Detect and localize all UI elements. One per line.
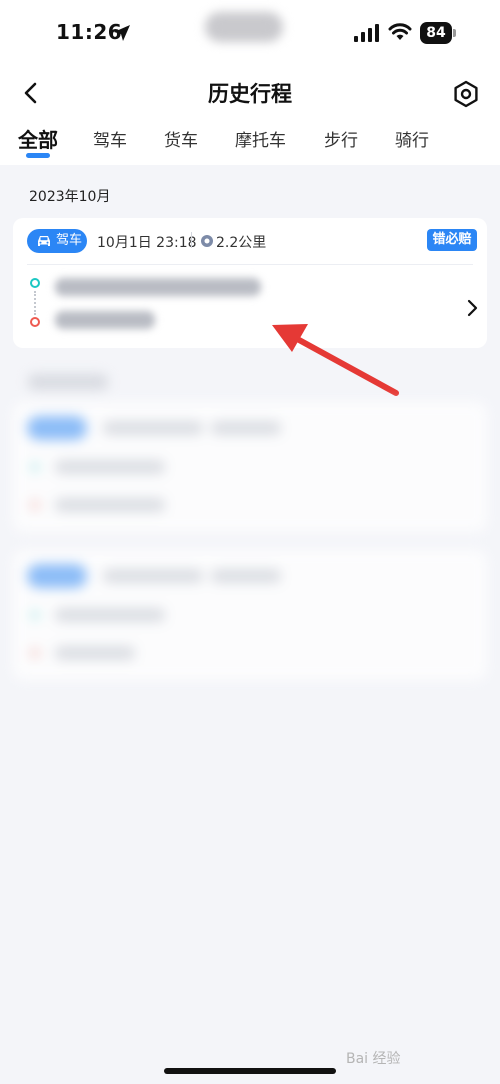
trip-card[interactable]: 驾车 10月1日 23:18 2.2公里 错必赔 <box>13 218 487 348</box>
tab-bar: 全部 驾车 货车 摩托车 步行 骑行 <box>0 126 500 162</box>
trip-datetime: 10月1日 23:18 <box>97 235 197 251</box>
dynamic-island <box>205 12 283 42</box>
tab-indicator <box>26 153 50 158</box>
start-address-blurred <box>55 278 261 296</box>
tab-drive[interactable]: 驾车 <box>93 126 127 151</box>
info-separator <box>191 232 192 248</box>
chevron-right-icon <box>467 299 478 317</box>
battery-icon: 84 <box>420 22 458 44</box>
card-divider <box>27 264 473 265</box>
trip-mode-label: 驾车 <box>56 233 83 248</box>
tab-truck[interactable]: 货车 <box>164 126 198 151</box>
start-point-dot <box>30 278 40 288</box>
tab-all[interactable]: 全部 <box>18 124 58 153</box>
blurred-trip-list <box>0 360 500 700</box>
car-icon <box>38 236 50 246</box>
tab-walk[interactable]: 步行 <box>324 126 358 151</box>
trip-distance: 2.2公里 <box>216 235 267 251</box>
claim-badge[interactable]: 错必赔 <box>427 229 477 251</box>
trip-mode-badge: 驾车 <box>27 229 87 253</box>
month-header: 2023年10月 <box>29 189 111 205</box>
end-address-blurred <box>55 311 155 329</box>
settings-hexagon-icon[interactable] <box>452 80 480 108</box>
route-connector <box>34 291 36 315</box>
tab-cycle[interactable]: 骑行 <box>395 126 429 151</box>
watermark: Bai 经验 <box>346 1051 401 1067</box>
battery-level: 84 <box>426 25 446 41</box>
tab-motorcycle[interactable]: 摩托车 <box>235 126 286 151</box>
page-title: 历史行程 <box>208 82 292 106</box>
distance-icon <box>201 235 213 247</box>
home-indicator <box>164 1068 336 1074</box>
wifi-icon <box>388 23 412 40</box>
signal-icon <box>354 24 379 42</box>
location-arrow-icon <box>114 25 130 41</box>
end-point-dot <box>30 317 40 327</box>
